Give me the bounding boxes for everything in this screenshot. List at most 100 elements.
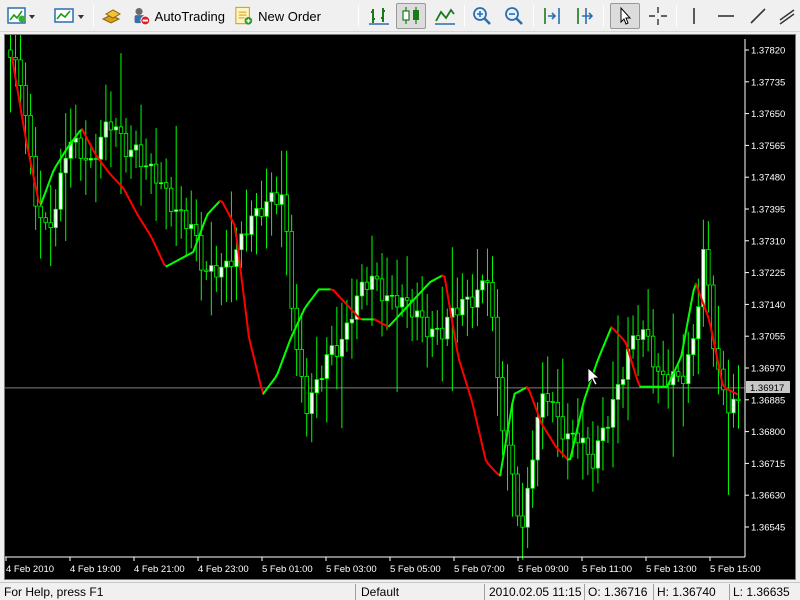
trendline-tool-button[interactable] — [744, 3, 772, 29]
moving-average-segment — [233, 223, 238, 241]
bear-candle-body — [334, 345, 340, 357]
auto-scroll-button[interactable] — [570, 3, 598, 29]
status-bar: For Help, press F1 Default 2010.02.05 11… — [0, 582, 800, 600]
bull-candle-body — [389, 294, 395, 297]
bear-candle-body — [585, 437, 591, 455]
moving-average-segment — [240, 277, 245, 299]
line-chart-button[interactable] — [430, 3, 460, 29]
bear-candle-body — [108, 121, 114, 131]
bull-candle-body — [480, 280, 485, 291]
candlestick-icon — [402, 7, 419, 24]
bear-candle-body — [184, 209, 189, 229]
zoom-in-icon — [473, 7, 491, 25]
moving-average-segment — [23, 127, 28, 144]
moving-average-segment — [279, 359, 284, 368]
bear-candle-body — [83, 157, 88, 161]
gold-bars-icon — [101, 9, 122, 24]
moving-average-segment — [569, 447, 574, 461]
bear-candle-body — [645, 329, 651, 337]
moving-average-segment — [460, 366, 465, 377]
bear-candle-body — [204, 269, 209, 272]
moving-average-segment — [201, 218, 207, 228]
moving-average-segment — [687, 302, 693, 318]
bull-candle-body — [148, 163, 154, 167]
moving-average-segment — [255, 365, 260, 378]
moving-average-segment — [18, 99, 23, 116]
autotrading-button[interactable]: AutoTrading — [130, 3, 226, 29]
bull-candle-body — [359, 281, 365, 297]
zoom-in-button[interactable] — [468, 3, 496, 29]
bull-candle-body — [189, 224, 194, 229]
channel-icon — [779, 9, 795, 25]
bear-candle-body — [736, 398, 741, 402]
bear-candle-body — [555, 402, 560, 418]
new-order-button[interactable]: New Order — [232, 3, 322, 29]
moving-average-segment — [535, 408, 540, 418]
bull-candle-body — [224, 260, 229, 268]
bar-chart-button[interactable] — [364, 3, 394, 29]
bull-candle-body — [158, 182, 164, 185]
time-tick-label: 5 Feb 01:00 — [262, 564, 313, 575]
crosshair-tool-button[interactable] — [644, 3, 672, 29]
bull-candle-body — [691, 338, 696, 355]
moving-average-segment — [443, 275, 448, 292]
bear-candle-body — [23, 85, 28, 116]
chart-shift-icon — [544, 8, 560, 24]
bear-candle-body — [43, 217, 48, 224]
horizontal-line-tool-button[interactable] — [712, 3, 740, 29]
price-tick-label: 1.37650 — [751, 109, 785, 120]
new-order-icon — [235, 6, 253, 25]
bear-candle-body — [163, 182, 169, 189]
moving-average-segment — [252, 355, 258, 368]
moving-average-segment — [284, 346, 289, 355]
bear-candle-body — [18, 59, 23, 86]
moving-average-segment — [733, 391, 738, 396]
bull-candle-body — [329, 345, 334, 356]
price-chart-window[interactable]: 1.37820 1.37735 1.37650 1.37565 1.37480 1.373… — [4, 34, 796, 580]
bull-candle-body — [384, 295, 390, 302]
zoom-out-button[interactable] — [500, 3, 528, 29]
bear-candle-body — [379, 278, 385, 302]
bear-candle-body — [470, 296, 475, 308]
candlestick-chart-button[interactable] — [396, 3, 426, 29]
moving-average-segment — [472, 407, 477, 420]
horizontal-line-icon — [718, 15, 734, 17]
bull-candle-body — [53, 208, 58, 229]
profiles-button[interactable] — [52, 3, 88, 29]
status-datetime: 2010.02.05 11:15 — [489, 585, 582, 599]
bear-candle-body — [661, 370, 666, 376]
bull-candle-body — [309, 392, 314, 414]
chart-shift-button[interactable] — [538, 3, 566, 29]
bull-candle-body — [279, 194, 284, 205]
candlestick-chart[interactable]: 1.37820 1.37735 1.37650 1.37565 1.37480 1.373… — [5, 35, 795, 579]
bear-candle-body — [38, 205, 43, 219]
bear-candle-body — [394, 294, 400, 308]
bear-candle-body — [656, 366, 661, 372]
price-tick-label: 1.36630 — [751, 491, 785, 502]
vertical-line-tool-button[interactable] — [682, 3, 706, 29]
bear-candle-body — [404, 297, 410, 301]
bull-candle-body — [133, 144, 139, 151]
bull-candle-body — [696, 306, 701, 340]
equidistant-channel-tool-button[interactable] — [776, 3, 798, 29]
cursor-tool-button[interactable] — [610, 3, 640, 29]
moving-average-segment — [581, 397, 586, 409]
price-tick-label: 1.37225 — [751, 268, 785, 279]
bear-candle-body — [515, 473, 520, 517]
bear-candle-body — [123, 133, 129, 158]
bull-candle-body — [113, 126, 119, 131]
status-profile[interactable]: Default — [361, 583, 481, 600]
bear-candle-body — [560, 416, 565, 440]
bear-candle-body — [48, 222, 53, 229]
moving-average-segment — [682, 328, 688, 344]
time-tick-label: 5 Feb 09:00 — [518, 564, 569, 575]
bull-candle-body — [209, 265, 214, 272]
new-chart-button[interactable] — [6, 3, 38, 29]
current-price-marker: 1.36917 — [746, 381, 790, 394]
moving-average-segment — [470, 397, 475, 410]
new-order-label: New Order — [258, 8, 321, 24]
moving-average-segment — [453, 332, 458, 349]
bull-candle-body — [530, 459, 535, 489]
bear-candle-body — [425, 316, 430, 338]
market-watch-button[interactable] — [98, 3, 126, 29]
